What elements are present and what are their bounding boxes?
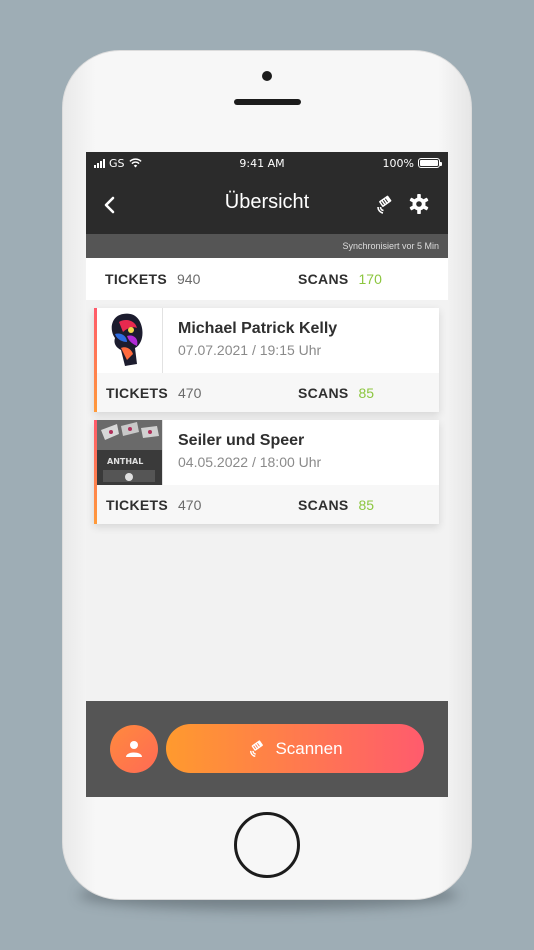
status-bar: GS 9:41 AM 100% [86, 152, 448, 174]
total-tickets: TICKETS 940 [105, 271, 200, 287]
battery-percent: 100% [382, 156, 414, 170]
total-scans: SCANS 170 [298, 271, 382, 287]
scans-label: SCANS [298, 271, 349, 287]
scan-button[interactable]: Scannen [166, 724, 424, 773]
event-tickets: TICKETS 470 [106, 497, 201, 513]
clock: 9:41 AM [239, 156, 285, 170]
bottom-action-bar: Scannen [86, 701, 448, 797]
wifi-icon [128, 158, 142, 168]
tickets-value: 470 [178, 384, 202, 401]
signal-icon [94, 158, 105, 168]
ticket-scan-icon[interactable] [374, 193, 398, 217]
event-scans: SCANS 85 [298, 385, 374, 401]
scan-button-label: Scannen [275, 738, 343, 758]
battery-icon [418, 158, 442, 168]
scans-label: SCANS [298, 384, 349, 401]
gear-icon[interactable] [407, 192, 431, 216]
earpiece-speaker [234, 99, 301, 105]
thumbnail-divider [162, 420, 163, 485]
front-camera [262, 71, 272, 81]
event-date: 04.05.2022 / 18:00 Uhr [178, 454, 322, 470]
scans-value: 85 [358, 384, 375, 401]
tickets-value: 940 [177, 271, 201, 287]
event-thumbnail-image [97, 308, 162, 373]
event-scans: SCANS 85 [298, 497, 374, 513]
app-screen: GS 9:41 AM 100% Übersicht Synchronisiert… [86, 152, 448, 797]
scans-value: 170 [358, 271, 382, 287]
home-button[interactable] [234, 812, 300, 878]
svg-text:ANTHAL: ANTHAL [107, 457, 143, 466]
carrier-label: GS [109, 156, 125, 170]
event-stats: TICKETS 470 SCANS 85 [97, 373, 439, 412]
tickets-value: 470 [178, 496, 202, 513]
event-tickets: TICKETS 470 [106, 385, 201, 401]
scans-label: SCANS [298, 496, 349, 513]
event-card-seiler-und-speer[interactable]: ANTHAL Seiler und Speer 04.05.2022 / 18:… [94, 420, 439, 524]
tickets-label: TICKETS [106, 496, 168, 513]
ticket-scan-icon [250, 739, 264, 757]
event-thumbnail-image: ANTHAL [97, 420, 162, 485]
tickets-label: TICKETS [105, 271, 167, 287]
event-name: Seiler und Speer [178, 432, 305, 449]
profile-button[interactable] [110, 725, 158, 773]
nav-bar: Übersicht [86, 174, 448, 234]
user-icon [126, 741, 142, 757]
totals-summary: TICKETS 940 SCANS 170 [86, 258, 448, 300]
tickets-label: TICKETS [106, 384, 168, 401]
thumbnail-divider [162, 308, 163, 373]
sync-status: Synchronisiert vor 5 Min [86, 234, 448, 258]
event-card-michael-patrick-kelly[interactable]: Michael Patrick Kelly 07.07.2021 / 19:15… [94, 308, 439, 412]
event-name: Michael Patrick Kelly [178, 320, 338, 337]
event-date: 07.07.2021 / 19:15 Uhr [178, 342, 322, 358]
event-stats: TICKETS 470 SCANS 85 [97, 485, 439, 524]
scans-value: 85 [358, 496, 375, 513]
